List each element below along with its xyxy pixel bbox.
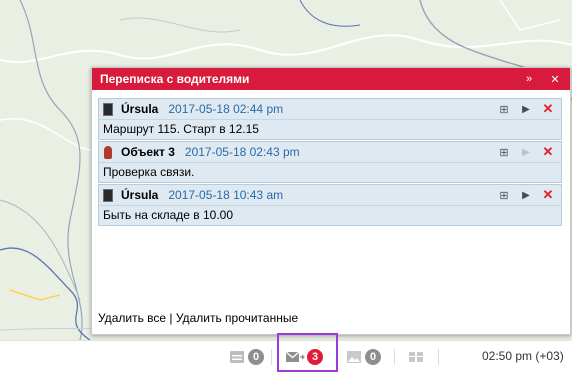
columns-button[interactable] <box>408 341 424 373</box>
message-header: Úrsula 2017-05-18 02:44 pm ⊞ ▶ ✕ <box>99 99 561 119</box>
images-count: 0 <box>365 349 381 365</box>
message-date: 2017-05-18 10:43 am <box>168 188 284 202</box>
message-header: Úrsula 2017-05-18 10:43 am ⊞ ▶ ✕ <box>99 185 561 205</box>
driver-avatar-icon <box>103 188 113 202</box>
selection-highlight <box>277 333 338 372</box>
dialog-footer: Удалить все | Удалить прочитанные <box>98 311 298 325</box>
images-icon <box>347 351 361 363</box>
dialog-header[interactable]: Переписка с водителями » ✕ <box>92 68 570 90</box>
double-chevron-up-icon[interactable]: » <box>522 73 536 85</box>
notifications-count: 0 <box>248 349 264 365</box>
expand-icon[interactable]: ⊞ <box>495 103 513 116</box>
images-button[interactable]: 0 <box>346 341 381 373</box>
message-item: Úrsula 2017-05-18 10:43 am ⊞ ▶ ✕ Быть на… <box>98 184 562 226</box>
message-item: Объект 3 2017-05-18 02:43 pm ⊞ ▶ ✕ Прове… <box>98 141 562 183</box>
play-icon[interactable]: ▶ <box>517 104 535 115</box>
delete-icon[interactable]: ✕ <box>539 144 557 160</box>
message-date: 2017-05-18 02:43 pm <box>184 145 300 159</box>
expand-icon[interactable]: ⊞ <box>495 189 513 202</box>
divider <box>394 349 395 365</box>
divider <box>271 349 272 365</box>
delete-all-link[interactable]: Удалить все <box>98 311 166 325</box>
clock-time: 02:50 pm (+03) <box>482 349 564 363</box>
message-sender[interactable]: Úrsula <box>121 188 158 202</box>
notifications-button[interactable]: 0 <box>229 341 264 373</box>
message-text: Быть на складе в 10.00 <box>99 205 561 225</box>
footer-separator: | <box>169 311 173 325</box>
play-icon: ▶ <box>522 146 530 158</box>
message-date: 2017-05-18 02:44 pm <box>168 102 284 116</box>
message-item: Úrsula 2017-05-18 02:44 pm ⊞ ▶ ✕ Маршрут… <box>98 98 562 140</box>
driver-messages-dialog: Переписка с водителями » ✕ Úrsula 2017-0… <box>91 67 571 335</box>
fire-extinguisher-icon <box>104 145 112 159</box>
delete-read-link[interactable]: Удалить прочитанные <box>176 311 298 325</box>
dialog-title: Переписка с водителями <box>100 72 250 86</box>
message-sender[interactable]: Объект 3 <box>121 145 175 159</box>
driver-avatar-icon <box>103 102 113 116</box>
delete-icon[interactable]: ✕ <box>539 101 557 117</box>
close-icon[interactable]: ✕ <box>548 73 562 86</box>
message-text: Проверка связи. <box>99 162 561 182</box>
message-text: Маршрут 115. Старт в 12.15 <box>99 119 561 139</box>
expand-icon[interactable]: ⊞ <box>495 146 513 159</box>
message-sender[interactable]: Úrsula <box>121 102 158 116</box>
message-list: Úrsula 2017-05-18 02:44 pm ⊞ ▶ ✕ Маршрут… <box>98 98 562 227</box>
notifications-icon <box>230 351 244 363</box>
delete-icon[interactable]: ✕ <box>539 187 557 203</box>
columns-icon <box>409 352 423 362</box>
message-header: Объект 3 2017-05-18 02:43 pm ⊞ ▶ ✕ <box>99 142 561 162</box>
divider <box>438 349 439 365</box>
play-icon[interactable]: ▶ <box>517 190 535 201</box>
